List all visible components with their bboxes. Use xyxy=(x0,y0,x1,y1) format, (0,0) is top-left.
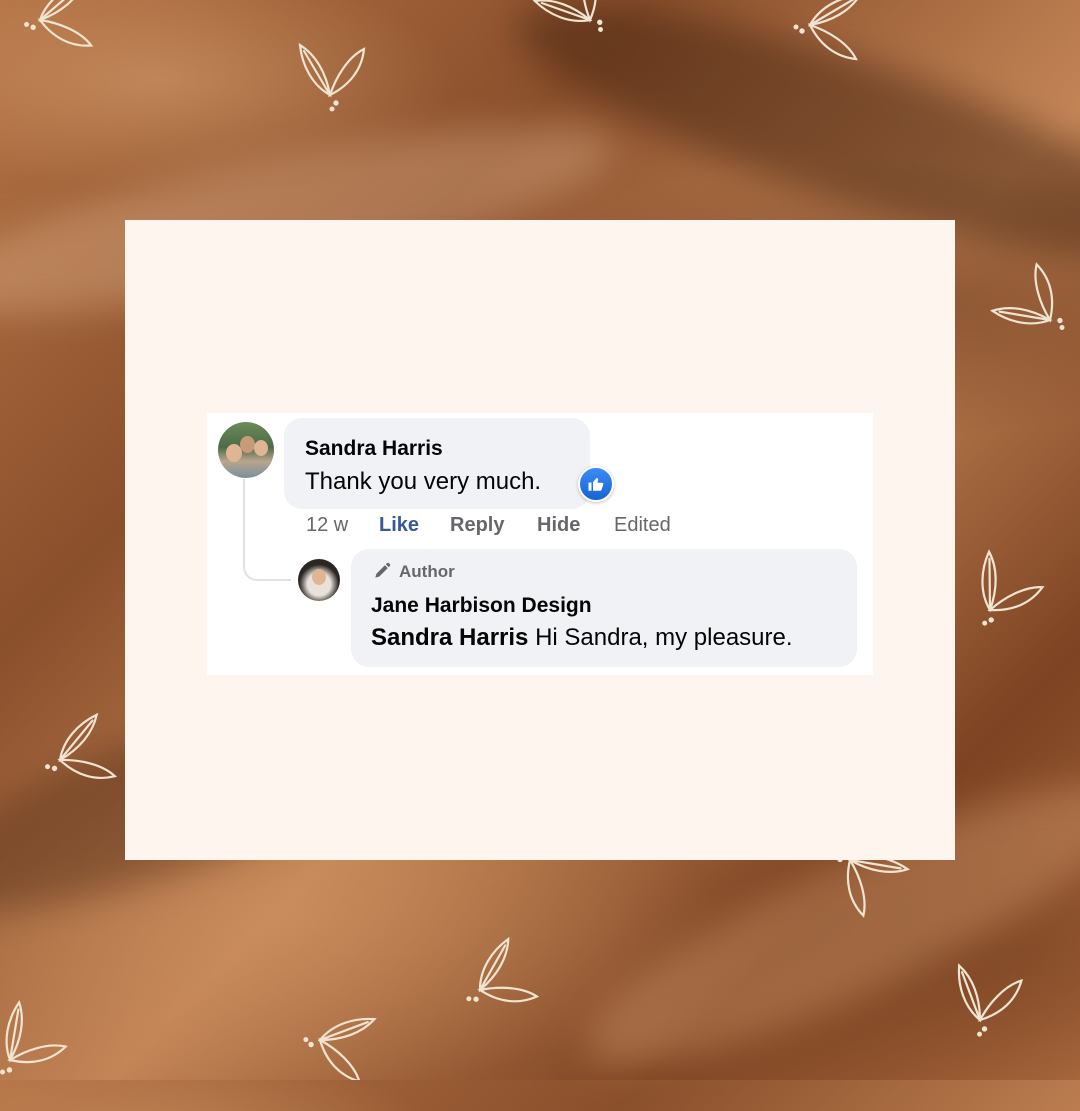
reply-button[interactable]: Reply xyxy=(450,514,504,537)
author-badge-label: Author xyxy=(399,562,455,581)
thumbs-up-icon xyxy=(588,478,604,491)
pen-icon xyxy=(375,562,391,578)
comment-text: Thank you very much. xyxy=(305,468,542,495)
leaf-icon xyxy=(18,0,97,58)
avatar[interactable] xyxy=(218,422,274,478)
like-reaction-badge[interactable] xyxy=(578,466,614,502)
comment-timestamp[interactable]: 12 w xyxy=(306,514,348,537)
comment-bubble: Sandra Harris Thank you very much. xyxy=(284,418,590,509)
leaf-icon xyxy=(298,43,366,112)
reply-text: Sandra Harris Hi Sandra, my pleasure. xyxy=(371,624,793,652)
comment-thread: Sandra Harris Thank you very much. 12 w … xyxy=(207,413,873,675)
leaf-icon xyxy=(533,0,628,53)
hide-button[interactable]: Hide xyxy=(537,514,580,537)
comment-author[interactable]: Sandra Harris xyxy=(305,437,443,461)
reply-author[interactable]: Jane Harbison Design xyxy=(371,594,592,618)
reply-bubble: Author Jane Harbison Design Sandra Harri… xyxy=(351,549,857,667)
edited-label[interactable]: Edited xyxy=(614,514,671,537)
content-card: Sandra Harris Thank you very much. 12 w … xyxy=(125,220,955,860)
mention-link[interactable]: Sandra Harris xyxy=(371,624,528,651)
leaf-icon xyxy=(297,1006,376,1080)
reply-message: Hi Sandra, my pleasure. xyxy=(535,624,793,651)
like-button[interactable]: Like xyxy=(379,514,419,537)
leaf-icon xyxy=(34,713,120,799)
leaf-icon xyxy=(955,550,1046,642)
leaf-icon xyxy=(991,260,1080,354)
leaf-icon xyxy=(0,1001,70,1080)
leaf-icon xyxy=(450,937,542,1029)
avatar[interactable] xyxy=(298,559,340,601)
leaf-icon xyxy=(793,0,862,61)
leaf-icon xyxy=(946,964,1024,1043)
